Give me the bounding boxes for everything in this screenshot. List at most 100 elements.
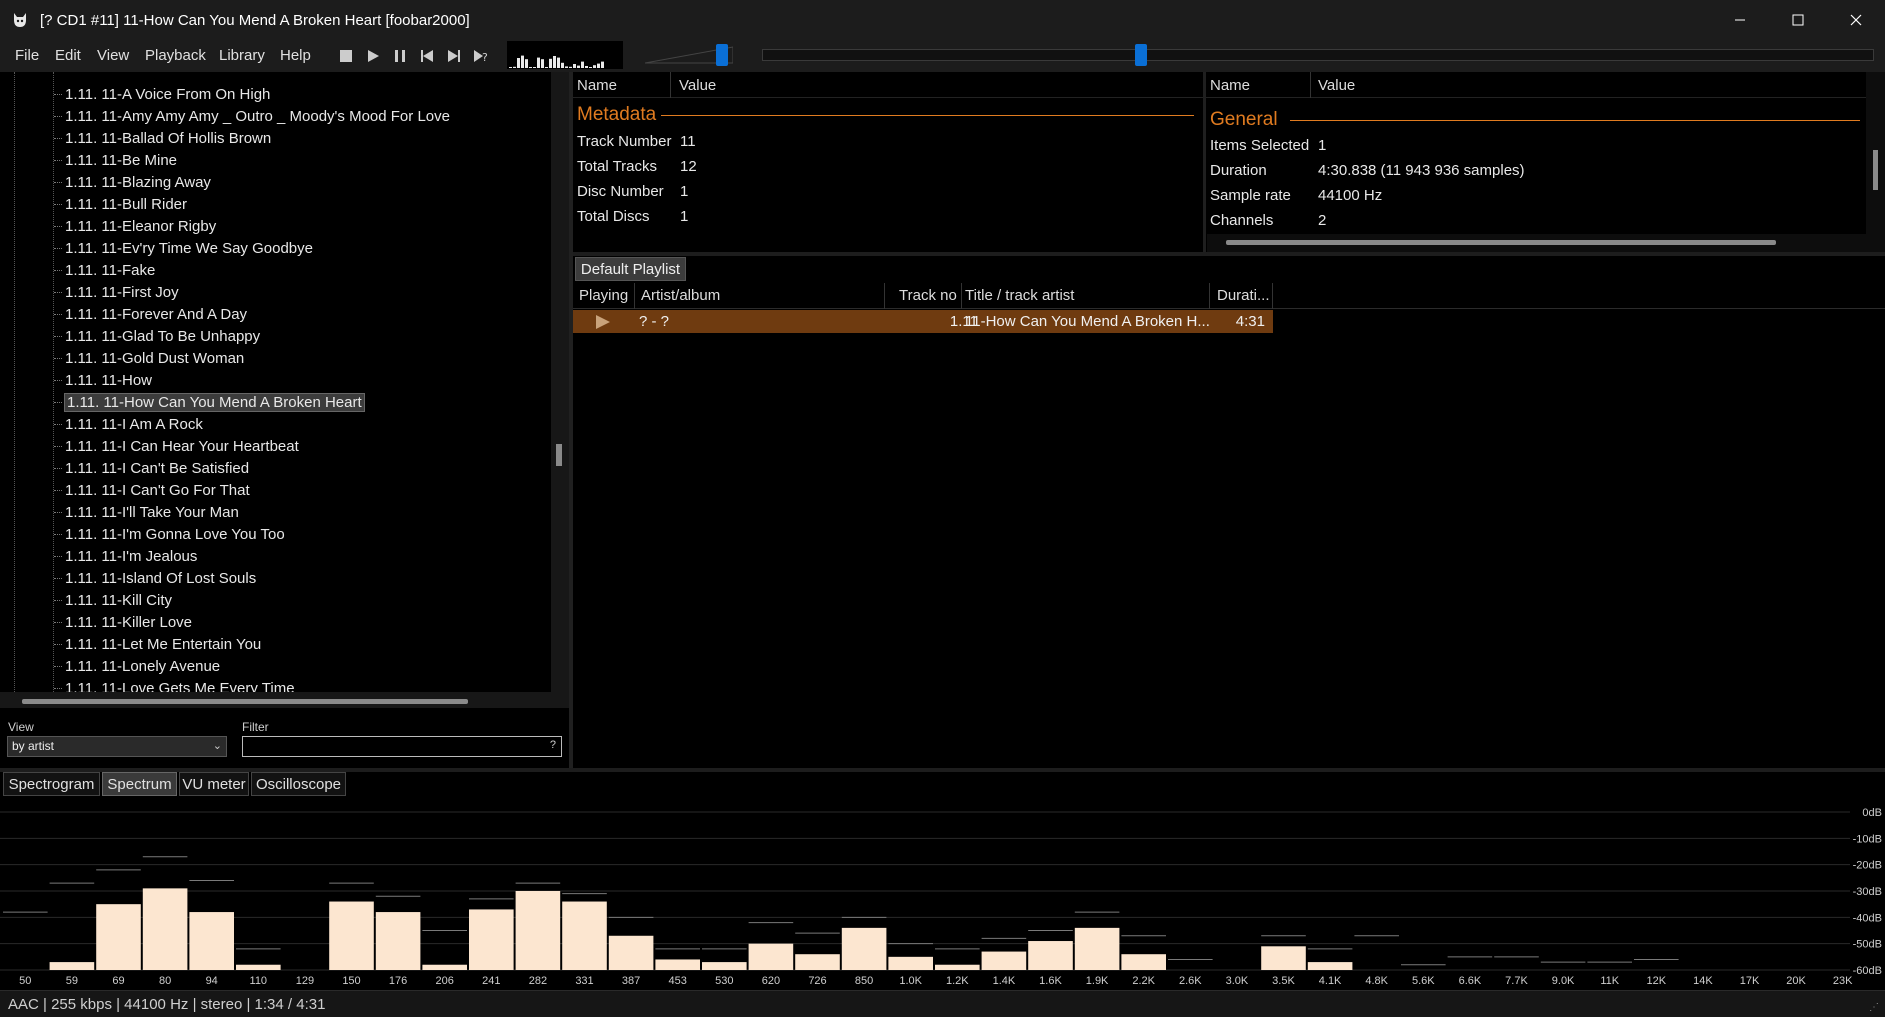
minimize-icon[interactable] xyxy=(1711,0,1769,40)
tree-item[interactable]: 1.11. 11-How xyxy=(54,370,152,390)
tree-item[interactable]: 1.11. 11-Let Me Entertain You xyxy=(54,634,261,654)
spectrum-freq-label: 1.2K xyxy=(946,975,969,987)
metadata-properties-panel: Name Value Metadata Track Number 11 Tota… xyxy=(573,72,1203,252)
playlist-row[interactable]: ? - ? 1.11 11-How Can You Mend A Broken … xyxy=(573,310,1273,333)
tree-item[interactable]: 1.11. 11-Kill City xyxy=(54,590,172,610)
prop-value: 4:30.838 (11 943 936 samples) xyxy=(1318,162,1525,179)
tree-item[interactable]: 1.11. 11-I Can Hear Your Heartbeat xyxy=(54,436,299,456)
pause-icon[interactable] xyxy=(388,45,412,67)
metadata-col-name[interactable]: Name xyxy=(577,77,617,94)
tab-oscilloscope[interactable]: Oscilloscope xyxy=(251,772,346,796)
menu-view[interactable]: View xyxy=(97,47,129,64)
seek-bar-thumb[interactable] xyxy=(1135,44,1147,66)
tree-item[interactable]: 1.11. 11-Love Gets Me Every Time xyxy=(54,678,295,692)
general-col-name[interactable]: Name xyxy=(1210,77,1250,94)
tab-default-playlist[interactable]: Default Playlist xyxy=(575,257,686,281)
spectrum-freq-label: 150 xyxy=(342,975,360,987)
tree-item-label: 1.11. 11-Fake xyxy=(65,261,156,279)
tree-horizontal-scroll-thumb[interactable] xyxy=(22,699,468,704)
stop-icon[interactable] xyxy=(334,45,358,67)
volume-slider[interactable] xyxy=(644,44,734,66)
col-artist-album[interactable]: Artist/album xyxy=(641,287,720,304)
tree-item-label: 1.11. 11-How Can You Mend A Broken Heart xyxy=(64,392,365,412)
tree-item[interactable]: 1.11. 11-I'm Gonna Love You Too xyxy=(54,524,285,544)
col-title[interactable]: Title / track artist xyxy=(965,287,1074,304)
tree-item[interactable]: 1.11. 11-Island Of Lost Souls xyxy=(54,568,256,588)
spectrum-bar xyxy=(1028,941,1073,970)
spectrum-bar xyxy=(469,909,514,970)
play-icon[interactable] xyxy=(361,45,385,67)
tree-item[interactable]: 1.11. 11-I'll Take Your Man xyxy=(54,502,239,522)
mini-spectrum-bar xyxy=(557,57,560,68)
metadata-header: Name Value xyxy=(573,72,1203,98)
tree-item[interactable]: 1.11. 11-Glad To Be Unhappy xyxy=(54,326,260,346)
general-vertical-scroll-thumb[interactable] xyxy=(1873,150,1878,190)
tree-item-label: 1.11. 11-Love Gets Me Every Time xyxy=(65,679,295,693)
resize-grip-icon[interactable]: ⋰ xyxy=(1869,1002,1879,1013)
previous-icon[interactable] xyxy=(415,45,439,67)
spectrum-freq-label: 94 xyxy=(206,975,218,987)
tree-item[interactable]: 1.11. 11-Lonely Avenue xyxy=(54,656,220,676)
library-tree: 1.11. 11-A Voice From On High 1.11. 11-Am… xyxy=(0,72,570,692)
spectrum-freq-label: 14K xyxy=(1693,975,1713,987)
filter-help-icon[interactable]: ? xyxy=(550,739,556,751)
maximize-icon[interactable] xyxy=(1769,0,1827,40)
tab-spectrogram[interactable]: Spectrogram xyxy=(3,772,100,796)
volume-slider-thumb[interactable] xyxy=(716,44,728,66)
spectrum-bar xyxy=(562,901,607,970)
general-horizontal-scroll-thumb[interactable] xyxy=(1226,240,1776,245)
tree-item-label: 1.11. 11-Bull Rider xyxy=(65,195,188,213)
tree-item[interactable]: 1.11. 11-First Joy xyxy=(54,282,179,302)
tree-item[interactable]: 1.11. 11-A Voice From On High xyxy=(54,84,270,104)
tree-item-label: 1.11. 11-Killer Love xyxy=(65,613,193,631)
tree-item[interactable]: 1.11. 11-Eleanor Rigby xyxy=(54,216,216,236)
spectrum-freq-label: 1.4K xyxy=(993,975,1016,987)
tree-item[interactable]: 1.11. 11-Blazing Away xyxy=(54,172,211,192)
spectrum-bar xyxy=(1307,962,1353,970)
svg-text:?: ? xyxy=(482,51,488,63)
tree-item[interactable]: 1.11. 11-Gold Dust Woman xyxy=(54,348,244,368)
tree-item[interactable]: 1.11. 11-Amy Amy Amy _ Outro _ Moody's M… xyxy=(54,106,450,126)
menu-library[interactable]: Library xyxy=(219,47,265,64)
tree-item-label: 1.11. 11-Be Mine xyxy=(65,151,178,169)
mini-spectrum-bar xyxy=(517,58,520,68)
general-col-value[interactable]: Value xyxy=(1318,77,1355,94)
tab-spectrum[interactable]: Spectrum xyxy=(102,772,177,796)
mini-spectrum-bar xyxy=(561,62,564,68)
prop-value: 44100 Hz xyxy=(1318,187,1383,204)
tree-item[interactable]: 1.11. 11-Forever And A Day xyxy=(54,304,247,324)
menu-file[interactable]: File xyxy=(15,47,39,64)
tree-item[interactable]: 1.11. 11-Bull Rider xyxy=(54,194,187,214)
tree-item[interactable]: 1.11. 11-I Can't Go For That xyxy=(54,480,250,500)
tree-item[interactable]: 1.11. 11-I Can't Be Satisfied xyxy=(54,458,249,478)
menu-help[interactable]: Help xyxy=(280,47,311,64)
mini-spectrum-bar xyxy=(533,67,536,68)
view-dropdown[interactable]: by artist ⌄ xyxy=(7,736,227,757)
filter-input[interactable]: ? xyxy=(242,736,562,757)
tree-item[interactable]: 1.11. 11-Fake xyxy=(54,260,155,280)
menu-edit[interactable]: Edit xyxy=(55,47,81,64)
spectrum-bar xyxy=(841,927,887,970)
tree-item[interactable]: 1.11. 11-Ballad Of Hollis Brown xyxy=(54,128,271,148)
next-icon[interactable] xyxy=(442,45,466,67)
tab-vu-meter[interactable]: VU meter xyxy=(179,772,249,796)
close-icon[interactable] xyxy=(1827,0,1885,40)
tree-item[interactable]: 1.11. 11-I Am A Rock xyxy=(54,414,203,434)
tree-vertical-scrollbar[interactable] xyxy=(551,72,569,692)
spectrum-db-label: -10dB xyxy=(1853,833,1882,845)
playlist-empty-area[interactable] xyxy=(573,333,1885,768)
spectrum-freq-label: 17K xyxy=(1740,975,1760,987)
tree-item[interactable]: 1.11. 11-Killer Love xyxy=(54,612,192,632)
menu-playback[interactable]: Playback xyxy=(145,47,206,64)
metadata-col-value[interactable]: Value xyxy=(679,77,716,94)
tree-item[interactable]: 1.11. 11-I'm Jealous xyxy=(54,546,197,566)
seek-bar[interactable] xyxy=(762,44,1874,66)
tree-item[interactable]: 1.11. 11-Be Mine xyxy=(54,150,177,170)
col-playing[interactable]: Playing xyxy=(579,287,628,304)
random-icon[interactable]: ? xyxy=(469,45,493,67)
tree-item[interactable]: 1.11. 11-How Can You Mend A Broken Heart xyxy=(54,392,365,412)
tree-vertical-scroll-thumb[interactable] xyxy=(556,444,562,466)
col-duration[interactable]: Durati... xyxy=(1217,287,1270,304)
tree-item[interactable]: 1.11. 11-Ev'ry Time We Say Goodbye xyxy=(54,238,313,258)
col-track-no[interactable]: Track no xyxy=(899,287,957,304)
